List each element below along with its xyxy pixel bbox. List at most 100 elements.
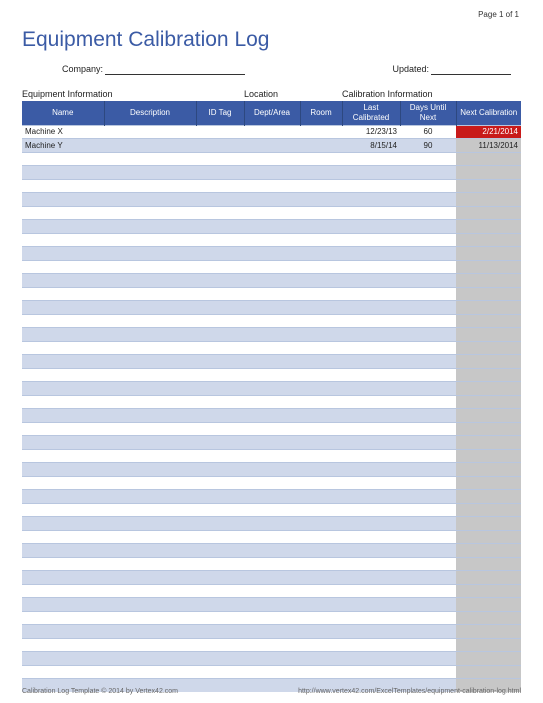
cell [400, 314, 456, 328]
cell [300, 530, 342, 544]
cell [456, 544, 521, 558]
cell [342, 476, 400, 490]
cell [342, 395, 400, 409]
cell [244, 193, 300, 207]
cell [22, 638, 104, 652]
cell [300, 368, 342, 382]
cell [244, 247, 300, 261]
table-row [22, 314, 521, 328]
document-page: Page 1 of 1 Equipment Calibration Log Co… [0, 0, 543, 703]
cell [456, 260, 521, 274]
cell [456, 530, 521, 544]
cell [22, 463, 104, 477]
cell [400, 382, 456, 396]
cell [300, 544, 342, 558]
cell [456, 274, 521, 288]
cell [196, 125, 244, 139]
table-row [22, 328, 521, 342]
cell [22, 355, 104, 369]
cell [244, 665, 300, 679]
cell [104, 652, 196, 666]
cell [400, 530, 456, 544]
cell [244, 220, 300, 234]
cell [342, 220, 400, 234]
cell [244, 409, 300, 423]
cell [300, 611, 342, 625]
cell [244, 476, 300, 490]
cell [400, 665, 456, 679]
calibration-table: Name Description ID Tag Dept/Area Room L… [22, 101, 521, 692]
cell [104, 206, 196, 220]
cell [300, 490, 342, 504]
cell [104, 368, 196, 382]
cell [342, 436, 400, 450]
cell [400, 544, 456, 558]
cell [400, 152, 456, 166]
cell [300, 571, 342, 585]
cell [342, 530, 400, 544]
table-row [22, 260, 521, 274]
cell [196, 301, 244, 315]
cell [244, 544, 300, 558]
cell [300, 395, 342, 409]
cell [342, 422, 400, 436]
cell [196, 395, 244, 409]
table-row [22, 395, 521, 409]
cell [244, 517, 300, 531]
cell [196, 422, 244, 436]
cell [300, 287, 342, 301]
cell [342, 287, 400, 301]
cell [456, 382, 521, 396]
cell [300, 260, 342, 274]
cell [244, 152, 300, 166]
cell [300, 625, 342, 639]
table-row [22, 409, 521, 423]
cell [22, 382, 104, 396]
cell [104, 247, 196, 261]
col-days: Days Until Next [400, 101, 456, 125]
cell [400, 422, 456, 436]
cell [196, 503, 244, 517]
company-label: Company: [62, 64, 103, 75]
cell [244, 233, 300, 247]
cell [104, 179, 196, 193]
table-row [22, 301, 521, 315]
cell [300, 476, 342, 490]
cell [196, 490, 244, 504]
cell: 8/15/14 [342, 139, 400, 153]
cell [300, 652, 342, 666]
cell [22, 395, 104, 409]
cell [104, 301, 196, 315]
cell [400, 287, 456, 301]
cell [22, 557, 104, 571]
cell [244, 611, 300, 625]
cell [22, 368, 104, 382]
cell [342, 368, 400, 382]
table-row [22, 355, 521, 369]
cell [196, 355, 244, 369]
cell [300, 139, 342, 153]
cell [300, 449, 342, 463]
cell [22, 517, 104, 531]
cell [400, 557, 456, 571]
cell [104, 274, 196, 288]
cell [400, 233, 456, 247]
cell [300, 422, 342, 436]
cell [196, 382, 244, 396]
cell [456, 152, 521, 166]
cell [244, 139, 300, 153]
cell [22, 449, 104, 463]
cell [244, 463, 300, 477]
table-row [22, 665, 521, 679]
cell [244, 382, 300, 396]
cell [244, 341, 300, 355]
table-row [22, 625, 521, 639]
cell [196, 611, 244, 625]
cell [342, 544, 400, 558]
cell [342, 409, 400, 423]
table-row [22, 233, 521, 247]
table-row [22, 503, 521, 517]
cell [104, 665, 196, 679]
cell [456, 652, 521, 666]
cell [244, 301, 300, 315]
